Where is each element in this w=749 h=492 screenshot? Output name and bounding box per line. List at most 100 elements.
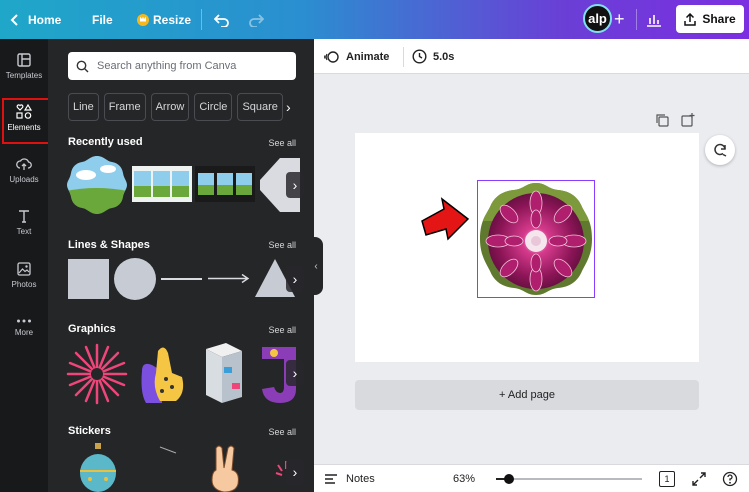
see-all-graphics[interactable]: See all (268, 325, 296, 335)
notes-icon (325, 474, 337, 484)
ornament-sticker[interactable] (78, 443, 118, 492)
share-label: Share (702, 12, 736, 26)
duration-button[interactable]: 5.0s (412, 39, 454, 74)
stickers-next-button[interactable]: › (286, 459, 304, 485)
avatar-initials: alp (588, 11, 607, 26)
top-bar: Home File Resize alp + Share (0, 0, 749, 39)
search-box[interactable] (68, 52, 296, 80)
rail-item-uploads[interactable]: Uploads (0, 145, 48, 195)
resize-label: Resize (153, 12, 192, 27)
page-count-button[interactable]: 1 (659, 471, 675, 487)
uploads-icon (16, 157, 32, 170)
filter-chips: Line Frame Arrow Circle Square (68, 93, 283, 121)
zoom-slider[interactable] (496, 474, 642, 484)
rail-item-more[interactable]: More (0, 302, 48, 352)
rail-label: Templates (5, 70, 43, 80)
redo-button[interactable] (248, 0, 264, 39)
chip-arrow[interactable]: Arrow (150, 93, 190, 121)
refresh-button[interactable] (705, 135, 735, 165)
divider (403, 47, 404, 67)
file-label: File (92, 12, 113, 27)
search-input[interactable] (97, 60, 287, 72)
section-title-lines-shapes: Lines & Shapes (68, 239, 150, 251)
text-icon (19, 209, 29, 223)
zoom-slider-handle[interactable] (504, 474, 514, 484)
chevron-left-icon (10, 13, 18, 26)
scalloped-frame-thumbnail[interactable] (66, 155, 128, 215)
zoom-level[interactable]: 63% (453, 465, 475, 492)
expand-icon[interactable] (691, 471, 707, 487)
undo-button[interactable] (214, 0, 230, 39)
home-button[interactable]: Home (10, 0, 61, 39)
add-page-icon[interactable] (681, 113, 695, 127)
rail-item-elements[interactable]: Elements (0, 93, 50, 144)
recently-used-next-button[interactable]: › (286, 172, 304, 198)
chips-next-button[interactable]: › (286, 93, 300, 121)
resize-button[interactable]: Resize (137, 0, 191, 39)
undo-icon (214, 13, 229, 27)
line-shape[interactable] (161, 278, 202, 280)
refresh-icon (714, 143, 727, 157)
rail-label: Text (16, 226, 32, 236)
share-button[interactable]: Share (676, 5, 744, 33)
rail-label: Elements (7, 123, 41, 132)
starburst-graphic[interactable] (66, 343, 128, 405)
elements-panel: Line Frame Arrow Circle Square › Recentl… (48, 39, 314, 492)
animate-label: Animate (346, 50, 390, 63)
section-title-stickers: Stickers (68, 425, 111, 437)
rail-item-text[interactable]: Text (0, 197, 48, 247)
upload-icon (684, 12, 697, 26)
divider (636, 9, 637, 30)
insights-button[interactable] (646, 0, 662, 39)
notes-label: Notes (346, 473, 375, 485)
rail-item-photos[interactable]: Photos (0, 250, 48, 300)
divider (201, 9, 202, 30)
arrow-line-shape[interactable] (208, 273, 250, 284)
rail-label: More (14, 327, 34, 337)
chip-frame[interactable]: Frame (103, 93, 146, 121)
lines-shapes-next-button[interactable]: › (286, 266, 304, 292)
duration-label: 5.0s (433, 50, 455, 63)
square-shape[interactable] (68, 259, 109, 299)
hands-graphic[interactable] (138, 343, 188, 405)
side-rail: Templates Elements Uploads Text Photos M… (0, 39, 50, 492)
collapse-panel-button[interactable]: ‹ (309, 237, 323, 295)
circle-shape[interactable] (114, 258, 156, 300)
see-all-stickers[interactable]: See all (268, 427, 296, 437)
chip-line[interactable]: Line (68, 93, 99, 121)
isometric-letter-graphic[interactable] (198, 343, 248, 405)
bar-chart-icon (647, 14, 661, 27)
elements-icon (16, 104, 32, 119)
photos-icon (17, 261, 31, 276)
clock-icon (412, 49, 427, 64)
animate-icon (324, 50, 339, 63)
chip-circle[interactable]: Circle (194, 93, 233, 121)
section-title-graphics: Graphics (68, 323, 116, 335)
help-icon[interactable] (722, 471, 738, 487)
add-page-button[interactable]: + Add page (355, 380, 699, 410)
search-icon (76, 60, 89, 72)
see-all-recently-used[interactable]: See all (268, 138, 296, 148)
rail-label: Photos (11, 279, 37, 289)
red-arrow-annotation (421, 197, 470, 241)
rail-item-templates[interactable]: Templates (0, 41, 48, 91)
section-title-recently-used: Recently used (68, 136, 143, 148)
duplicate-page-icon[interactable] (655, 113, 669, 127)
line-sticker[interactable] (158, 445, 178, 455)
graphics-next-button[interactable]: › (286, 360, 304, 386)
redo-icon (249, 13, 264, 27)
crown-icon (137, 13, 149, 26)
film-strip-thumbnail[interactable] (195, 166, 255, 202)
notes-button[interactable]: Notes (324, 465, 375, 492)
photo-strip-thumbnail[interactable] (132, 166, 192, 202)
animate-button[interactable]: Animate (324, 39, 389, 74)
bottom-bar: Notes 63% 1 (314, 464, 749, 492)
peace-hand-sticker[interactable] (206, 444, 246, 492)
templates-icon (17, 52, 31, 67)
avatar[interactable]: alp (583, 4, 612, 33)
chip-square[interactable]: Square (237, 93, 283, 121)
editor-toolbar: Animate 5.0s (314, 39, 749, 74)
file-menu-button[interactable]: File (92, 0, 113, 39)
see-all-lines-shapes[interactable]: See all (268, 240, 296, 250)
plus-icon[interactable]: + (614, 0, 625, 39)
